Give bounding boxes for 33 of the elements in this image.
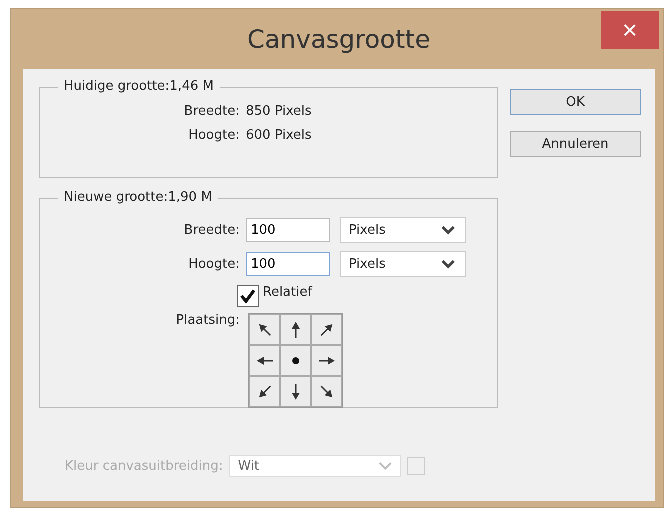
dialog-button[interactable]: OK xyxy=(510,89,641,115)
window-title: Canvasgrootte xyxy=(248,24,430,54)
chevron-icon xyxy=(442,225,455,235)
field-label: Hoogte: xyxy=(188,256,240,272)
field-label: Kleur canvasuitbreiding: xyxy=(65,458,224,474)
group-title: Nieuwe grootte:1,90 M xyxy=(58,190,218,205)
anchor-cell[interactable] xyxy=(249,314,280,345)
number-field[interactable]: 100 xyxy=(246,218,330,242)
field-label: Plaatsing: xyxy=(175,313,240,330)
checkbox[interactable] xyxy=(237,285,259,307)
unit-dropdown[interactable]: Pixels xyxy=(340,217,466,243)
dialog-button[interactable]: Annuleren xyxy=(510,131,641,157)
field-label: Breedte: xyxy=(183,104,240,119)
anchor-cell[interactable] xyxy=(280,314,311,345)
field-label: Hoogte: xyxy=(188,128,240,143)
group-title: Huidige grootte:1,46 M xyxy=(58,79,220,94)
size-value: 600 Pixels xyxy=(246,128,312,143)
close-button[interactable]: × xyxy=(601,11,659,49)
checkbox-label: Relatief xyxy=(263,285,312,300)
anchor-cell[interactable] xyxy=(249,345,280,376)
chevron-icon xyxy=(379,461,392,471)
anchor-cell[interactable] xyxy=(311,314,342,345)
unit-dropdown[interactable]: Pixels xyxy=(340,251,466,277)
anchor-cell[interactable] xyxy=(311,345,342,376)
anchor-cell[interactable] xyxy=(280,376,311,407)
number-field[interactable]: 100 xyxy=(246,252,330,276)
anchor-cell[interactable] xyxy=(280,345,311,376)
anchor-cell[interactable] xyxy=(311,376,342,407)
size-value: 850 Pixels xyxy=(246,104,312,119)
field-label: Breedte: xyxy=(183,222,240,238)
dot-icon xyxy=(292,356,300,364)
anchor-cell[interactable] xyxy=(249,376,280,407)
chevron-icon xyxy=(442,259,455,269)
